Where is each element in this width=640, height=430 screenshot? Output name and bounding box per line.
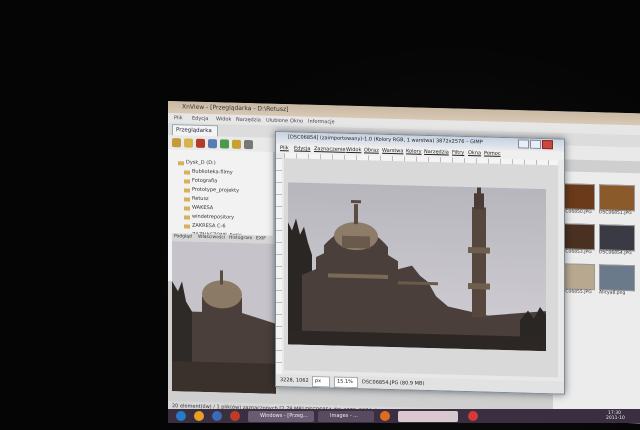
- taskbar-button-label: Images - ...: [330, 413, 359, 419]
- thumbnail-label: DSC06851.JPG: [599, 210, 632, 217]
- folder-icon: [184, 170, 190, 175]
- menu-ulubione[interactable]: Ulubione: [266, 118, 288, 125]
- menu-okno[interactable]: Okno: [290, 118, 303, 124]
- menu-okna[interactable]: Okna: [468, 150, 481, 156]
- taskbar-button-gimp[interactable]: Images - ...: [318, 411, 374, 422]
- menu-edycja[interactable]: Edycja: [192, 116, 209, 122]
- taskbar-button[interactable]: [398, 411, 458, 422]
- menu-informacje[interactable]: Informacje: [308, 119, 335, 126]
- menu-kolory[interactable]: Kolory: [406, 148, 422, 154]
- explorer-icon[interactable]: [194, 411, 204, 421]
- menu-plik[interactable]: Plik: [174, 115, 183, 121]
- taskbar-button-label: Windows - [Przeg...: [260, 413, 308, 419]
- settings-icon[interactable]: [244, 139, 253, 150]
- folder-icon: [184, 179, 190, 184]
- pointer-coordinates: 3228, 1062: [280, 377, 309, 384]
- taskbar: Windows - [Przeg... Images - ... 17:30 2…: [168, 409, 640, 423]
- view-icon[interactable]: [208, 139, 217, 149]
- basilica-preview-photo: [172, 241, 276, 394]
- tab-histogram[interactable]: Histogram: [229, 236, 252, 242]
- menu-narzedzia[interactable]: Narzędzia: [424, 149, 449, 156]
- tree-item[interactable]: ZAKRESA C-6: [192, 223, 226, 230]
- image-canvas[interactable]: [288, 182, 546, 352]
- menu-warstwa[interactable]: Warstwa: [382, 148, 403, 155]
- menu-obraz[interactable]: Obraz: [364, 147, 379, 153]
- menu-widok[interactable]: Widok: [216, 116, 231, 122]
- menu-filtry[interactable]: Filtry: [452, 150, 464, 156]
- menu-zaznaczenie[interactable]: Zaznaczenie: [314, 146, 345, 153]
- app-icon[interactable]: [468, 411, 478, 421]
- browse-icon[interactable]: [184, 138, 193, 148]
- tab-podglad[interactable]: Podgląd: [174, 234, 192, 239]
- zoom-select[interactable]: 15.1%: [334, 376, 358, 389]
- menu-pomoc[interactable]: Pomoc: [484, 150, 501, 156]
- folder-icon: [184, 215, 190, 220]
- folder-icon: [184, 197, 190, 202]
- close-icon[interactable]: [542, 139, 553, 150]
- thumbnail-label: Alicya8.png: [599, 290, 626, 296]
- folder-icon[interactable]: [172, 138, 181, 148]
- clock-date: 2011-10: [606, 416, 625, 421]
- media-icon[interactable]: [230, 411, 240, 421]
- unit-select[interactable]: px: [312, 375, 330, 388]
- taskbar-button-xnview[interactable]: Windows - [Przeg...: [248, 411, 314, 422]
- tree-item[interactable]: Bublioteka-filmy: [192, 169, 233, 176]
- tab-label: Przeglądarka: [176, 127, 212, 135]
- system-clock[interactable]: 17:30 2011-10: [598, 411, 638, 422]
- tree-item[interactable]: WAKESA: [192, 205, 213, 212]
- folder-icon: [184, 188, 190, 193]
- basilica-photo: [288, 182, 546, 352]
- tree-item[interactable]: windetrepository: [192, 214, 234, 221]
- vertical-ruler[interactable]: [276, 158, 282, 375]
- xnview-title: XnView - [Przeglądarka - D:\Retusz]: [182, 103, 289, 114]
- thumbnail[interactable]: [599, 224, 635, 252]
- thumbnail-panel: DSC06850.JPG DSC06851.JPG DSC06853.JPG D…: [553, 171, 640, 414]
- star-icon[interactable]: [232, 139, 241, 149]
- firefox-icon[interactable]: [380, 411, 390, 421]
- refresh-icon[interactable]: [220, 139, 229, 149]
- stop-icon[interactable]: [196, 138, 205, 148]
- folder-icon: [184, 206, 190, 211]
- preview-image: [172, 241, 276, 394]
- menu-edycja[interactable]: Edycja: [294, 145, 311, 151]
- menu-widok[interactable]: Widok: [346, 147, 361, 153]
- minimize-icon[interactable]: [518, 139, 529, 149]
- gimp-window: [DSC06854] (zaimportowany)-1.0 (Kolory R…: [275, 131, 565, 395]
- drive-icon: [178, 161, 184, 166]
- unit-value: px: [315, 378, 322, 385]
- menu-plik[interactable]: Plik: [280, 145, 289, 151]
- tab-wlasciwosci[interactable]: Właściwości: [198, 235, 225, 241]
- gimp-title: [DSC06854] (zaimportowany)-1.0 (Kolory R…: [288, 134, 483, 146]
- start-button-icon[interactable]: [176, 411, 186, 421]
- thumbnail[interactable]: [599, 184, 635, 212]
- tab-exif[interactable]: EXIF: [256, 236, 266, 241]
- menu-narzedzia[interactable]: Narzędzia: [236, 117, 261, 124]
- tree-item[interactable]: Retusz: [192, 196, 209, 202]
- zoom-value: 15.1%: [337, 378, 353, 386]
- browser-icon[interactable]: [212, 411, 222, 421]
- maximize-icon[interactable]: [530, 139, 541, 149]
- thumbnail-label: DSC06854.JPG: [599, 250, 632, 257]
- folder-icon: [184, 224, 190, 229]
- tree-item[interactable]: Prototype_projekty: [192, 187, 239, 194]
- tree-item[interactable]: Fotografia: [192, 178, 217, 185]
- thumbnail[interactable]: [599, 264, 635, 292]
- tree-item-drive[interactable]: Dysk_D (D:): [186, 159, 216, 166]
- status-file: DSC06854.JPG (80.9 MB): [362, 379, 425, 387]
